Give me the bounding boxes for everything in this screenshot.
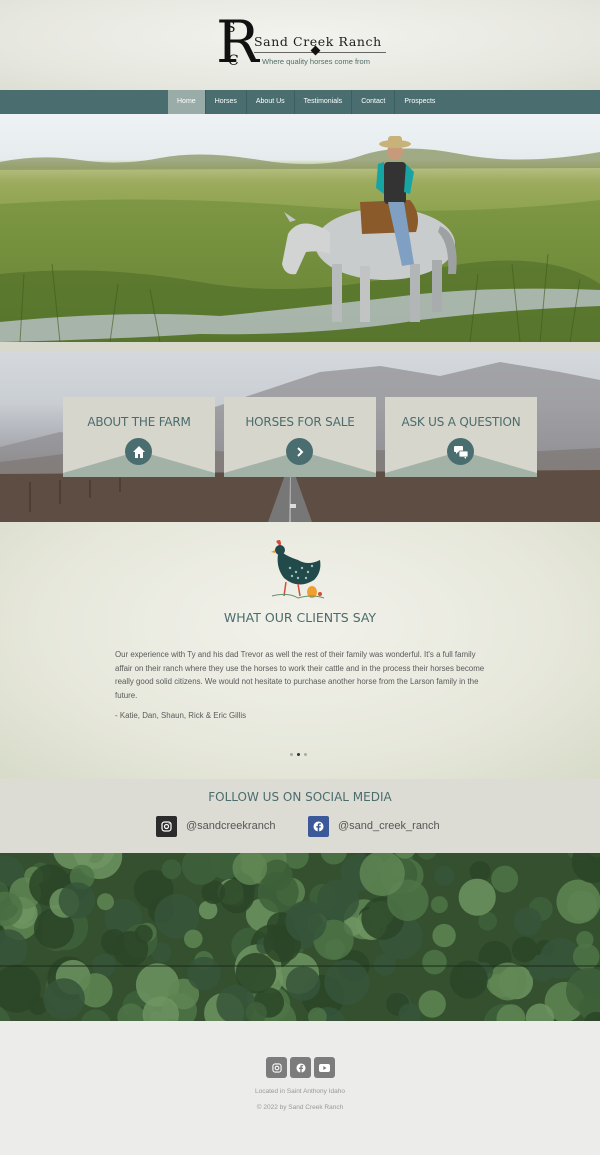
slider-dot-active[interactable]	[297, 753, 300, 756]
svg-text:S: S	[226, 20, 236, 36]
site-logo[interactable]: R S C Sand Creek Ranch Where quality hor…	[214, 10, 394, 72]
card-title: HORSES FOR SALE	[245, 415, 355, 429]
slider-dots	[290, 753, 307, 756]
section-divider	[0, 342, 600, 352]
house-icon	[125, 438, 152, 465]
hero-image	[0, 114, 600, 342]
slider-dot[interactable]	[290, 753, 293, 756]
site-header: R S C Sand Creek Ranch Where quality hor…	[0, 0, 600, 90]
logo-divider	[254, 52, 386, 53]
facebook-link[interactable]: @sand_creek_ranch	[308, 815, 440, 837]
youtube-icon[interactable]	[314, 1057, 335, 1078]
instagram-icon	[156, 815, 177, 837]
instagram-icon[interactable]	[266, 1057, 287, 1078]
chat-icon	[447, 438, 474, 465]
nav-list: Home Horses About Us Testimonials Contac…	[168, 90, 444, 114]
card-horses-for-sale[interactable]: HORSES FOR SALE	[224, 397, 376, 477]
nav-item-contact[interactable]: Contact	[352, 90, 396, 114]
testimonial-quote: Our experience with Ty and his dad Trevo…	[115, 650, 485, 700]
feature-cards-section: ABOUT THE FARM HORSES FOR SALE ASK US A …	[0, 352, 600, 522]
forest-banner-image	[0, 853, 600, 1021]
brand-tagline: Where quality horses come from	[262, 57, 370, 66]
card-ask-us-a-question[interactable]: ASK US A QUESTION	[385, 397, 537, 477]
facebook-handle: @sand_creek_ranch	[338, 820, 440, 832]
nav-item-horses[interactable]: Horses	[206, 90, 247, 114]
chevron-right-icon	[286, 438, 313, 465]
brand-name: Sand Creek Ranch	[254, 34, 382, 49]
nav-item-about-us[interactable]: About Us	[247, 90, 295, 114]
site-footer: Located in Saint Anthony Idaho © 2022 by…	[0, 1021, 600, 1155]
facebook-icon[interactable]	[290, 1057, 311, 1078]
card-title: ABOUT THE FARM	[87, 415, 191, 429]
slider-dot[interactable]	[304, 753, 307, 756]
nav-item-prospects[interactable]: Prospects	[395, 90, 444, 114]
footer-copyright: © 2022 by Sand Creek Ranch	[256, 1104, 344, 1111]
main-nav: Home Horses About Us Testimonials Contac…	[0, 90, 600, 114]
testimonials-section: WHAT OUR CLIENTS SAY Our experience with…	[0, 522, 600, 779]
social-heading: FOLLOW US ON SOCIAL MEDIA	[208, 790, 392, 804]
social-section: FOLLOW US ON SOCIAL MEDIA @sandcreekranc…	[0, 779, 600, 853]
instagram-handle: @sandcreekranch	[186, 820, 276, 832]
card-about-the-farm[interactable]: ABOUT THE FARM	[63, 397, 215, 477]
card-title: ASK US A QUESTION	[401, 415, 521, 429]
footer-social-icons	[266, 1057, 335, 1078]
facebook-icon	[308, 815, 329, 837]
nav-item-testimonials[interactable]: Testimonials	[295, 90, 353, 114]
testimonial-author: - Katie, Dan, Shaun, Rick & Eric Gillis	[115, 711, 247, 720]
testimonials-heading: WHAT OUR CLIENTS SAY	[223, 610, 377, 625]
svg-text:C: C	[228, 53, 239, 69]
hen-icon	[271, 540, 325, 599]
nav-item-home[interactable]: Home	[168, 90, 206, 114]
footer-location: Located in Saint Anthony Idaho	[255, 1088, 345, 1095]
instagram-link[interactable]: @sandcreekranch	[156, 815, 276, 837]
